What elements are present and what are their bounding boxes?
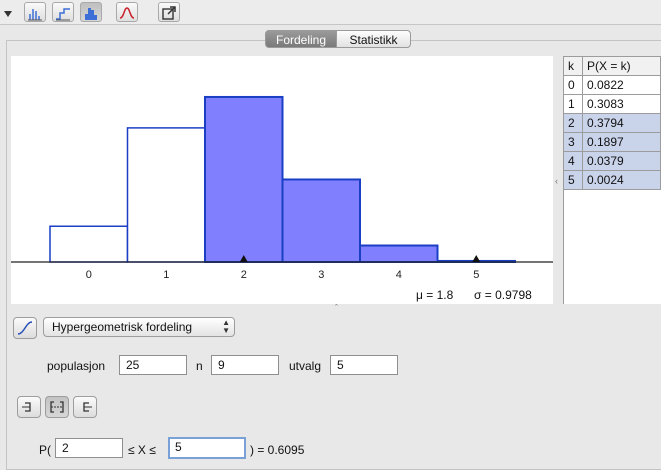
table-cell-k: 5 bbox=[563, 170, 583, 190]
vertical-splitter-handle[interactable]: ‹ bbox=[555, 176, 558, 186]
table-cell-probability: 0.0379 bbox=[582, 151, 661, 171]
lower-bound-field[interactable]: 2 bbox=[55, 438, 123, 458]
distribution-select-value: Hypergeometrisk fordeling bbox=[52, 320, 193, 334]
export-button[interactable] bbox=[158, 2, 180, 22]
table-header-row: k P(X = k) bbox=[563, 56, 661, 76]
probability-middle: ≤ X ≤ bbox=[128, 443, 156, 457]
tab-statistikk[interactable]: Statistikk bbox=[336, 30, 411, 48]
table-cell-k: 1 bbox=[563, 94, 583, 114]
table-cell-probability: 0.0024 bbox=[582, 170, 661, 190]
horizontal-splitter-handle[interactable]: ˆ bbox=[335, 303, 338, 313]
table-row[interactable]: 1 0.3083 bbox=[563, 94, 661, 114]
sample-field[interactable]: 5 bbox=[330, 355, 398, 375]
mean-label: μ = 1.8 bbox=[416, 288, 454, 302]
table-row[interactable]: 0 0.0822 bbox=[563, 75, 661, 95]
tab-fordeling[interactable]: Fordeling bbox=[265, 30, 337, 48]
population-field[interactable]: 25 bbox=[119, 355, 187, 375]
toolbar bbox=[0, 0, 661, 25]
table-cell-k: 3 bbox=[563, 132, 583, 152]
bar-graph-button[interactable] bbox=[24, 2, 46, 22]
table-cell-probability: 0.3794 bbox=[582, 113, 661, 133]
x-tick-label: 5 bbox=[473, 269, 479, 281]
interval-marker[interactable] bbox=[472, 255, 481, 262]
histogram-bar-1 bbox=[126, 127, 206, 263]
distribution-chart[interactable]: 0 1 2 3 4 5 μ = 1.8 σ = 0.9798 bbox=[11, 56, 553, 304]
table-cell-k: 2 bbox=[563, 113, 583, 133]
x-tick-label: 0 bbox=[86, 269, 92, 281]
right-sided-button[interactable] bbox=[73, 396, 97, 418]
x-tick-label: 1 bbox=[163, 269, 169, 281]
histogram-bar-3 bbox=[281, 178, 361, 263]
histogram-bar-0 bbox=[49, 225, 129, 263]
n-field[interactable]: 9 bbox=[211, 355, 279, 375]
table-row[interactable]: 5 0.0024 bbox=[563, 170, 661, 190]
menu-triangle-icon[interactable] bbox=[4, 6, 12, 20]
sample-label: utvalg bbox=[289, 359, 322, 373]
std-dev-label: σ = 0.9798 bbox=[474, 288, 532, 302]
density-curve-button[interactable] bbox=[116, 2, 138, 22]
table-cell-probability: 0.1897 bbox=[582, 132, 661, 152]
cumulative-toggle-button[interactable] bbox=[13, 317, 37, 339]
probability-table: k P(X = k) 0 0.0822 1 0.3083 2 0.3794 3 0.18… bbox=[563, 56, 661, 190]
population-label: populasjon bbox=[47, 359, 106, 373]
upper-bound-field[interactable]: 5 bbox=[168, 437, 246, 459]
x-tick-label: 2 bbox=[241, 269, 247, 281]
probability-prefix: P( bbox=[39, 443, 51, 457]
histogram-bar-2 bbox=[204, 95, 284, 263]
table-cell-probability: 0.3083 bbox=[582, 94, 661, 114]
x-tick-label: 4 bbox=[396, 269, 402, 281]
select-arrows-icon: ▲ ▼ bbox=[222, 318, 230, 335]
table-row[interactable]: 2 0.3794 bbox=[563, 113, 661, 133]
n-label: n bbox=[196, 359, 203, 373]
left-sided-button[interactable] bbox=[17, 396, 41, 418]
interval-button[interactable] bbox=[45, 396, 69, 418]
histogram-bar-4 bbox=[359, 244, 439, 264]
distribution-select[interactable]: Hypergeometrisk fordeling ▲ ▼ bbox=[43, 317, 235, 337]
table-row[interactable]: 4 0.0379 bbox=[563, 151, 661, 171]
table-header-probability: P(X = k) bbox=[582, 56, 661, 76]
x-tick-label: 3 bbox=[318, 269, 324, 281]
histogram-button[interactable] bbox=[80, 2, 102, 22]
step-graph-button[interactable] bbox=[52, 2, 74, 22]
table-row[interactable]: 3 0.1897 bbox=[563, 132, 661, 152]
table-cell-probability: 0.0822 bbox=[582, 75, 661, 95]
table-cell-k: 0 bbox=[563, 75, 583, 95]
table-cell-k: 4 bbox=[563, 151, 583, 171]
table-header-k: k bbox=[563, 56, 583, 76]
probability-result: ) = 0.6095 bbox=[250, 443, 305, 457]
